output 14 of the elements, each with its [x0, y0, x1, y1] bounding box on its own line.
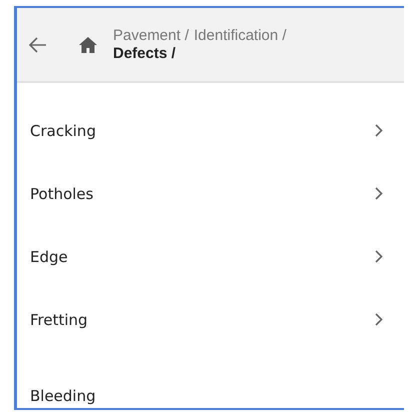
list-item[interactable]: Potholes [17, 162, 404, 225]
list-item[interactable]: Fretting [17, 288, 404, 351]
breadcrumb-link[interactable]: Defects / [113, 44, 176, 62]
back-icon[interactable] [29, 36, 47, 52]
home-icon[interactable] [79, 36, 97, 52]
chevron-icon [375, 313, 383, 326]
list-item[interactable]: Cracking [17, 99, 404, 162]
breadcrumb-link[interactable]: Pavement / [113, 26, 189, 44]
list-item[interactable]: Bleeding [17, 351, 404, 408]
chevron-icon [375, 187, 383, 200]
chevron-icon [375, 250, 383, 263]
breadcrumb-link[interactable]: Identification / [194, 26, 286, 44]
chevron-icon [375, 124, 383, 137]
list-item[interactable]: Edge [17, 225, 404, 288]
